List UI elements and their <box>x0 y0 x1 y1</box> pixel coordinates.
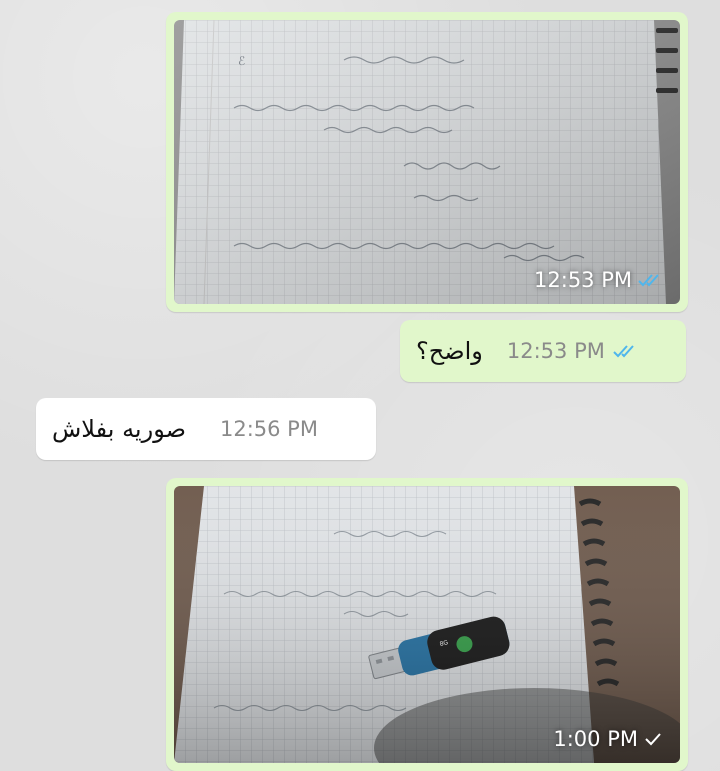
message-image-bubble[interactable]: 8G 1:00 PM <box>166 478 688 771</box>
message-image-bubble[interactable]: ℰ 12:53 PM <box>166 12 688 312</box>
message-time: 1:00 PM <box>553 727 662 751</box>
message-text-bubble[interactable]: واضح؟ 12:53 PM <box>400 320 686 382</box>
time-label: 1:00 PM <box>553 727 638 751</box>
chat-area: ℰ 12:53 PM <box>0 0 720 771</box>
time-label: 12:53 PM <box>534 268 632 292</box>
double-check-read-icon <box>613 343 637 359</box>
message-time: 12:53 PM <box>534 268 662 292</box>
message-text: واضح؟ <box>416 337 483 365</box>
notebook-photo[interactable]: ℰ 12:53 PM <box>174 20 680 304</box>
message-time: 12:53 PM <box>506 339 605 363</box>
message-time: 12:56 PM <box>219 417 318 441</box>
single-check-icon <box>644 731 662 747</box>
usb-drive-photo-image: 8G <box>174 486 680 763</box>
double-check-read-icon <box>638 272 662 288</box>
usb-drive-photo[interactable]: 8G 1:00 PM <box>174 486 680 763</box>
notebook-photo-image: ℰ <box>174 20 680 304</box>
message-text-bubble-incoming[interactable]: صوريه بفلاش 12:56 PM <box>36 398 376 460</box>
message-text: صوريه بفلاش <box>52 415 186 443</box>
